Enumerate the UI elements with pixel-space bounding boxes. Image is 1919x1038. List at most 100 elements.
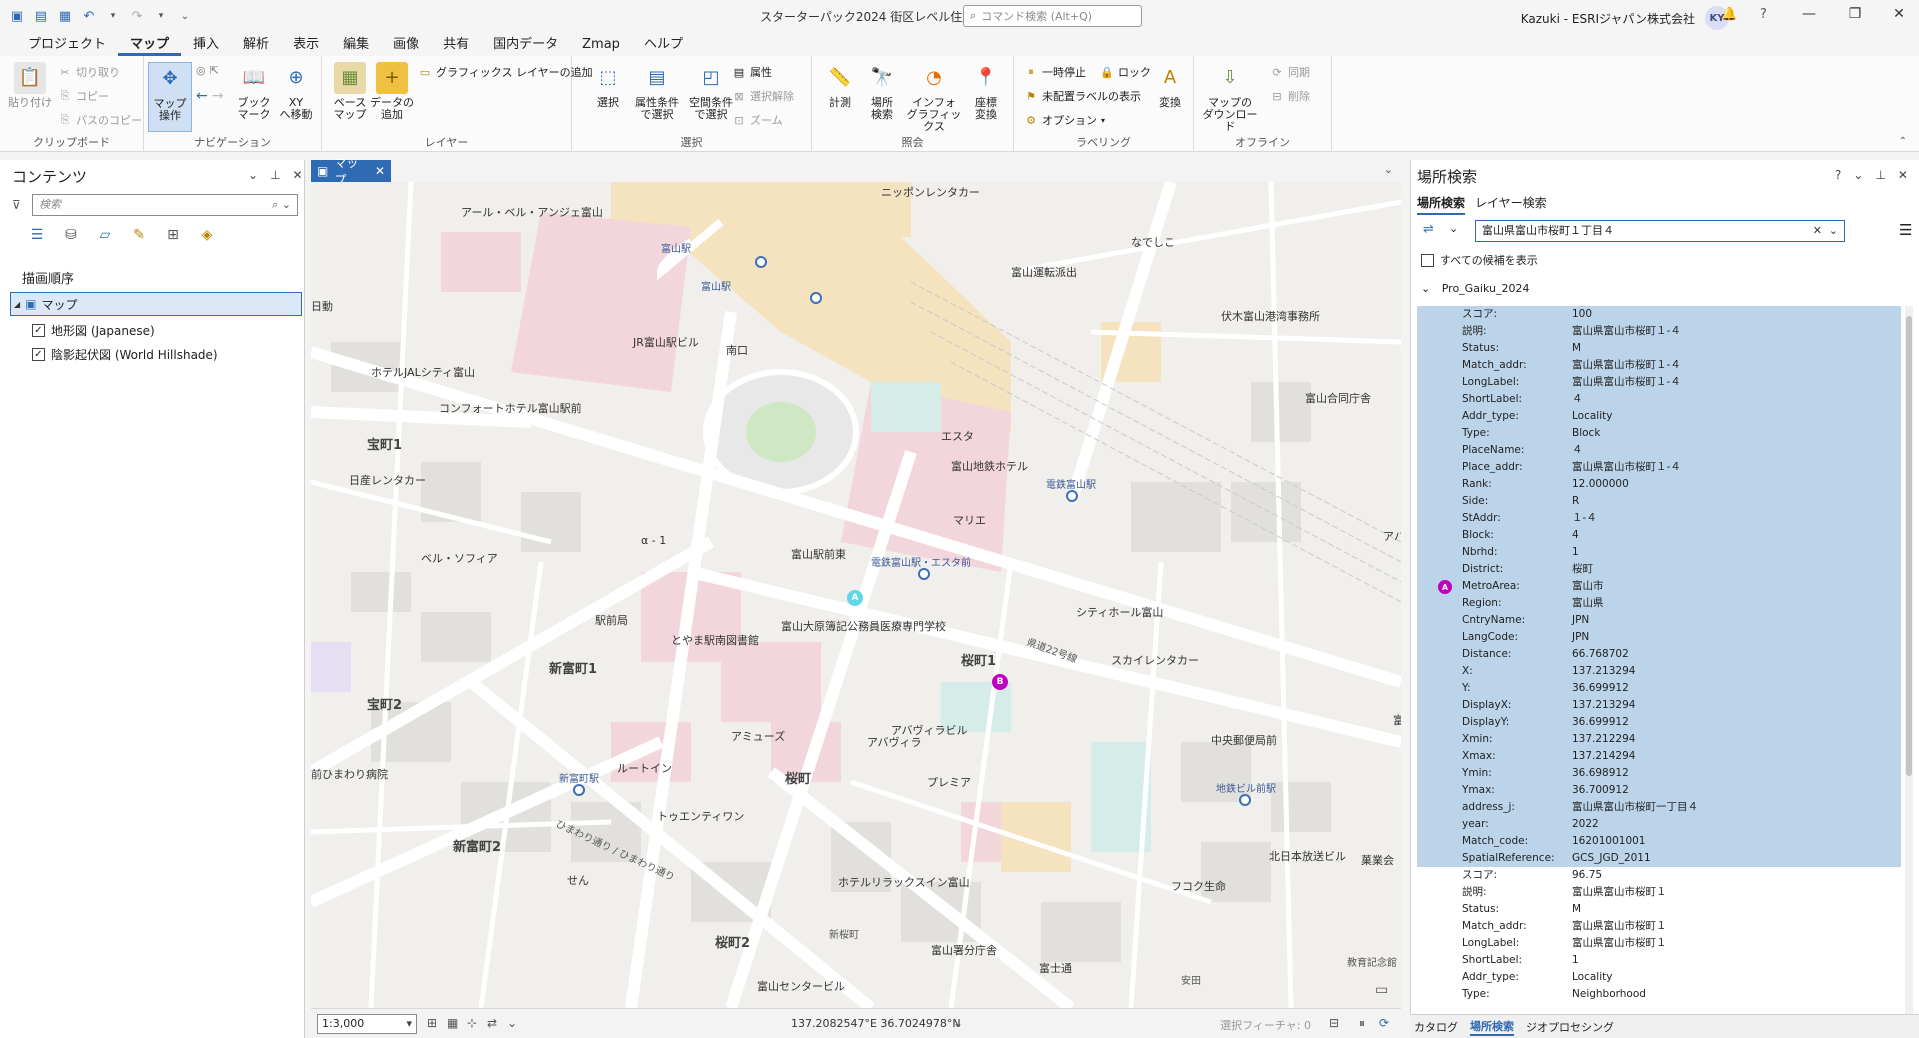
add-data-button[interactable]: + データの 追加 <box>370 62 414 121</box>
chevron-down-icon[interactable]: ⌄ <box>1829 221 1838 241</box>
infographics-button[interactable]: ◔ インフォ グラフィックス <box>904 62 964 133</box>
layer-visibility-checkbox[interactable]: ✓ <box>32 348 45 361</box>
goto-xy-button[interactable]: ⊕ XY へ移動 <box>274 62 318 121</box>
pane-options-icon[interactable]: ⌄ <box>248 168 258 182</box>
bottom-tab[interactable]: ジオプロセシング <box>1526 1019 1614 1035</box>
notification-bell-icon[interactable]: 🔔 <box>1721 7 1737 22</box>
restore-icon[interactable]: ❐ <box>1840 6 1870 22</box>
attributes-button[interactable]: ▤ 属性 <box>732 64 772 80</box>
data-source-icon[interactable]: ⛁ <box>60 224 82 246</box>
customize-qat-icon[interactable]: ⌄ <box>176 7 194 25</box>
undo-dropdown-icon[interactable]: ▾ <box>104 7 122 25</box>
rotation-icon[interactable]: ⇄ <box>487 1016 497 1030</box>
drawing-order-icon[interactable]: ☰ <box>26 224 48 246</box>
help-icon[interactable]: ? <box>1760 7 1767 22</box>
ribbon-tab[interactable]: ヘルプ <box>632 33 695 56</box>
clear-selection-button[interactable]: ⊠ 選択解除 <box>732 88 794 104</box>
menu-icon[interactable]: ☰ <box>1899 221 1912 239</box>
refresh-options-icon[interactable]: ⌄ <box>507 1016 517 1030</box>
contents-search-input[interactable]: 検索 ⌕ ⌄ <box>32 194 298 216</box>
ribbon-tab[interactable]: 画像 <box>381 33 431 56</box>
show-all-candidates[interactable]: すべての候補を表示 <box>1421 252 1538 268</box>
pin-pane-icon[interactable]: ⊥ <box>270 168 280 182</box>
unplaced-labels-button[interactable]: ⚑ 未配置ラベルの表示 <box>1024 88 1141 104</box>
locate-tab[interactable]: 場所検索 <box>1417 194 1466 215</box>
locate-tab[interactable]: レイヤー検索 <box>1475 194 1547 215</box>
select-button[interactable]: ⬚ 選択 <box>586 62 630 109</box>
layer-visibility-checkbox[interactable]: ✓ <box>32 324 45 337</box>
pause-drawing-icon[interactable]: ⏸ <box>1359 1016 1365 1031</box>
result-item[interactable]: スコア: 100 説明: 富山県富山市桜町１-４ Status: M Match_addr:… <box>1417 306 1901 867</box>
measure-button[interactable]: 📏 計測 <box>818 62 862 109</box>
zoom-full-icon[interactable]: ◎ <box>196 64 206 77</box>
cut-button[interactable]: ✂ 切り取り <box>58 64 120 80</box>
redo-icon[interactable]: ↷ <box>128 7 146 25</box>
tab-list-icon[interactable]: ⌄ <box>1384 163 1393 176</box>
new-project-icon[interactable]: ▣ <box>8 7 26 25</box>
result-marker-a[interactable]: A <box>847 590 863 606</box>
result-item[interactable]: スコア: 96.75 説明: 富山県富山市桜町１ Status: M Match_addr:… <box>1417 867 1901 1003</box>
ribbon-tab[interactable]: 共有 <box>431 33 481 56</box>
grid-icon[interactable]: ⊞ <box>427 1016 437 1030</box>
scale-selector[interactable]: 1:3,000 ▾ <box>317 1014 417 1034</box>
redo-dropdown-icon[interactable]: ▾ <box>152 7 170 25</box>
command-search-input[interactable]: ⌕ コマンド検索 (Alt+Q) <box>963 5 1142 27</box>
copy-path-button[interactable]: ⎘ パスのコピー <box>58 112 142 128</box>
result-group-header[interactable]: ⌄ Pro_Gaiku_2024 <box>1421 282 1530 295</box>
close-pane-icon[interactable]: ✕ <box>1898 168 1908 182</box>
ribbon-tab[interactable]: 挿入 <box>181 33 231 56</box>
layer-item-hillshade[interactable]: ✓ 陰影起伏図 (World Hillshade) <box>32 346 218 363</box>
help-icon[interactable]: ? <box>1835 168 1841 182</box>
coordinate-format-icon[interactable]: ⌄ <box>953 1016 963 1030</box>
search-icon[interactable]: ⌕ ⌄ <box>272 195 291 215</box>
copy-button[interactable]: ⎘ コピー <box>58 88 109 104</box>
save-icon[interactable]: ▦ <box>56 7 74 25</box>
add-graphics-layer-button[interactable]: ▭ グラフィックス レイヤーの追加 <box>418 64 593 80</box>
previous-extent-icon[interactable]: ← <box>196 88 208 104</box>
close-pane-icon[interactable]: ✕ <box>293 168 303 182</box>
tab-map[interactable]: ▣ マップ ✕ <box>311 156 391 187</box>
collapse-tree-icon[interactable]: ◢ <box>14 300 20 309</box>
user-name[interactable]: Kazuki - ESRIジャパン株式会社 <box>1521 10 1695 27</box>
label-options-button[interactable]: ⚙ オプション ▾ <box>1024 112 1105 128</box>
basemap-button[interactable]: ▦ ベース マップ <box>328 62 372 121</box>
close-icon[interactable]: ✕ <box>1884 6 1914 22</box>
locate-button[interactable]: 🔭 場所 検索 <box>860 62 904 121</box>
layer-item-topographic[interactable]: ✓ 地形図 (Japanese) <box>32 322 155 339</box>
zoom-to-selection-button[interactable]: ⊡ ズーム <box>732 112 782 128</box>
select-by-location-button[interactable]: ◰ 空間条件 で選択 <box>686 62 736 121</box>
map-canvas[interactable]: ニッポンレンタカー アール・ベル・アンジェ富山 なでしこ 富山駅 富山駅 富山運… <box>311 182 1401 1008</box>
chevron-down-icon[interactable]: ⌄ <box>1449 222 1458 235</box>
next-extent-icon[interactable]: → <box>212 88 224 104</box>
pause-labels-button[interactable]: ⏸ 一時停止 <box>1024 64 1086 80</box>
fixed-zoom-icon[interactable]: ⇱ <box>210 64 219 77</box>
editing-icon[interactable]: ✎ <box>128 224 150 246</box>
ribbon-tab[interactable]: 国内データ <box>481 33 570 56</box>
convert-labels-button[interactable]: A 変換 <box>1148 62 1192 109</box>
pin-pane-icon[interactable]: ⊥ <box>1875 168 1885 182</box>
ribbon-tab[interactable]: マップ <box>118 33 182 56</box>
close-tab-icon[interactable]: ✕ <box>375 164 385 178</box>
bookmarks-button[interactable]: 📖 ブック マーク <box>232 62 276 121</box>
history-nav[interactable]: ← → <box>196 88 223 104</box>
scrollbar-thumb[interactable] <box>1906 316 1912 776</box>
snapping-grid-icon[interactable]: ▦ <box>447 1016 458 1030</box>
map-overview-icon[interactable]: ▭ <box>1375 982 1388 998</box>
bottom-tab[interactable]: 場所検索 <box>1470 1018 1514 1036</box>
bottom-tab[interactable]: カタログ <box>1414 1019 1458 1035</box>
undo-icon[interactable]: ↶ <box>80 7 98 25</box>
select-by-attributes-button[interactable]: ▤ 属性条件 で選択 <box>632 62 682 121</box>
remove-button[interactable]: ⊟ 削除 <box>1270 88 1310 104</box>
locate-settings-icon[interactable]: ⇌ <box>1423 222 1434 237</box>
nav-arrows[interactable]: ◎ ⇱ <box>196 64 219 77</box>
snapping-icon[interactable]: ⊞ <box>162 224 184 246</box>
pane-options-icon[interactable]: ⌄ <box>1853 168 1863 182</box>
tree-item-map[interactable]: ◢ ▣ マップ <box>10 292 302 316</box>
convert-coordinates-button[interactable]: 📍 座標 変換 <box>964 62 1008 121</box>
explore-button[interactable]: ✥ マップ 操作 <box>148 62 192 132</box>
minimize-icon[interactable]: — <box>1794 6 1824 22</box>
locate-search-input[interactable]: 富山県富山市桜町１丁目４ ✕ ⌄ <box>1475 220 1845 242</box>
labeling-icon[interactable]: ◈ <box>196 224 218 246</box>
ribbon-tab[interactable]: プロジェクト <box>16 33 118 56</box>
ribbon-tab[interactable]: 解析 <box>231 33 281 56</box>
